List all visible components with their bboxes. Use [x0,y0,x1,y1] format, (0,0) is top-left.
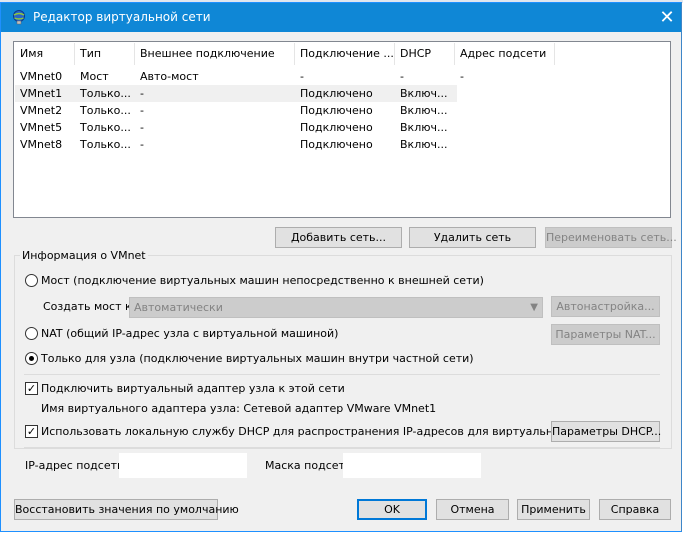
cell-external-connection: - [140,138,144,151]
host-only-radio[interactable] [25,352,38,365]
bridged-radio[interactable] [25,274,38,287]
cell-host-connection: Подключено [300,104,373,117]
cancel-button[interactable]: Отмена [436,499,509,520]
cell-host-connection: Подключено [300,87,373,100]
table-row[interactable]: VMnet2 Только... - Подключено Включ... [15,102,457,119]
cell-name: VMnet1 [20,87,63,100]
restore-defaults-button[interactable]: Восстановить значения по умолчанию [14,499,239,520]
bridged-label[interactable]: Мост (подключение виртуальных машин непо… [41,274,484,288]
cell-external-connection: - [140,121,144,134]
divider [24,447,660,448]
cell-host-connection: - [300,70,304,83]
subnet-ip-label: IP-адрес подсети: [25,459,128,472]
cell-dhcp: Включ... [400,104,448,117]
cell-dhcp: Включ... [400,138,448,151]
title-bar[interactable]: Редактор виртуальной сети ✕ [1,3,681,32]
close-icon[interactable]: ✕ [653,6,681,30]
rename-network-button[interactable]: Переименовать сеть... [545,227,677,248]
cell-dhcp: Включ... [400,121,448,134]
host-only-label[interactable]: Только для узла (подключение виртуальных… [41,352,474,366]
cell-name: VMnet2 [20,104,63,117]
column-header-host-connection[interactable]: Подключение ... [295,43,395,65]
chevron-down-icon: ▼ [530,302,538,313]
bridge-to-select[interactable]: Автоматически ▼ [129,297,543,318]
cell-name: VMnet5 [20,121,63,134]
table-row-selected[interactable]: VMnet1 Только... - Подключено Включ... [15,85,457,102]
nat-settings-button[interactable]: Параметры NAT... [551,324,660,345]
cell-external-connection: Авто-мост [140,70,199,83]
network-list[interactable]: Имя Тип Внешнее подключение Подключение … [13,41,671,218]
connect-adapter-label[interactable]: Подключить виртуальный адаптер узла к эт… [41,382,345,396]
cell-name: VMnet8 [20,138,63,151]
cell-dhcp: - [400,70,404,83]
auto-settings-button[interactable]: Автонастройка... [551,296,660,317]
cell-name: VMnet0 [20,70,63,83]
vmnet-info-group-title: Информация о VMnet [20,249,148,262]
remove-network-button[interactable]: Удалить сеть [409,227,536,248]
cell-dhcp: Включ... [400,87,448,100]
divider [24,374,660,375]
help-button[interactable]: Справка [599,499,671,520]
cell-subnet-address: - [460,70,464,83]
apply-button[interactable]: Применить [517,499,590,520]
bridge-to-label: Создать мост к: [43,300,136,313]
use-dhcp-label[interactable]: Использовать локальную службу DHCP для р… [41,425,611,439]
column-header-dhcp[interactable]: DHCP [395,43,455,65]
cell-type: Только... [80,87,131,100]
connect-adapter-checkbox[interactable]: ✓ [25,382,38,395]
table-row[interactable]: VMnet8 Только... - Подключено Включ... [15,136,457,153]
cell-host-connection: Подключено [300,121,373,134]
nat-label[interactable]: NAT (общий IP-адрес узла с виртуальной м… [41,327,338,341]
window-title: Редактор виртуальной сети [33,10,211,24]
table-row[interactable]: VMnet0 Мост Авто-мост - - - [15,68,464,85]
cell-external-connection: - [140,87,144,100]
column-header-external-connection[interactable]: Внешнее подключение [135,43,295,65]
ok-button[interactable]: OK [357,499,427,520]
use-dhcp-checkbox[interactable]: ✓ [25,425,38,438]
add-network-button[interactable]: Добавить сеть... [275,227,402,248]
table-row[interactable]: VMnet5 Только... - Подключено Включ... [15,119,457,136]
cell-type: Только... [80,104,131,117]
adapter-name-text: Имя виртуального адаптера узла: Сетевой … [41,402,437,415]
column-header-subnet-address[interactable]: Адрес подсети [455,43,555,65]
cell-type: Только... [80,138,131,151]
cell-type: Мост [80,70,109,83]
cell-type: Только... [80,121,131,134]
dhcp-settings-button[interactable]: Параметры DHCP... [551,421,661,442]
nat-radio[interactable] [25,327,38,340]
subnet-ip-field[interactable] [119,453,247,478]
cell-host-connection: Подключено [300,138,373,151]
column-header-type[interactable]: Тип [75,43,135,65]
bridge-to-value: Автоматически [134,301,223,314]
network-globe-icon [13,10,25,25]
cell-external-connection: - [140,104,144,117]
column-header-name[interactable]: Имя [15,43,75,65]
subnet-mask-field[interactable] [343,453,481,478]
